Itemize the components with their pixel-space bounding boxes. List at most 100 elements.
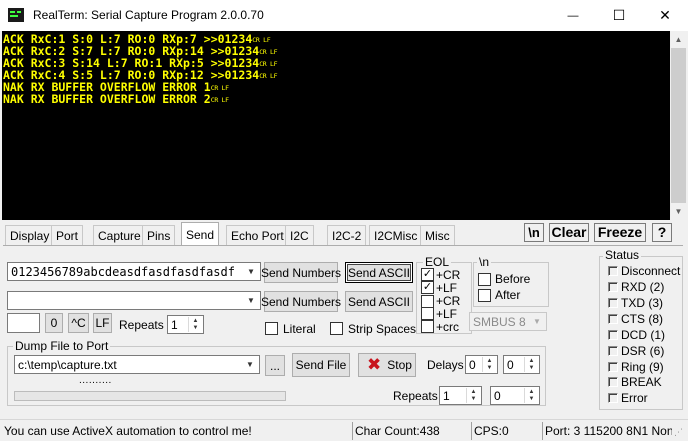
tab-i2c[interactable]: I2C <box>285 225 314 245</box>
send-string-input-1[interactable]: 0123456789abcdeasdfasdfasdfasdf ▼ <box>7 262 261 281</box>
scroll-up-icon[interactable]: ▲ <box>670 31 687 48</box>
tab-port[interactable]: Port <box>51 225 84 245</box>
smbus-select[interactable]: SMBUS 8 ▼ <box>469 312 547 331</box>
minimize-icon: — <box>567 9 579 22</box>
spin-down-icon[interactable]: ▼ <box>467 396 480 404</box>
delay-spinner-1[interactable]: 0 ▲ ▼ <box>465 355 498 374</box>
chevron-down-icon[interactable]: ▼ <box>243 264 259 279</box>
spin-down-icon[interactable]: ▼ <box>525 365 538 373</box>
delays-label: Delays <box>427 358 464 372</box>
eol-cr-label-1: +CR <box>436 268 461 282</box>
crlf-glyph: CR LF <box>259 48 278 56</box>
status-error-label: Error <box>621 391 648 405</box>
crlf-glyph: CR LF <box>210 84 229 92</box>
send-numbers-button-1[interactable]: Send Numbers <box>261 262 341 283</box>
send-ascii-button-2[interactable]: Send ASCII <box>345 291 413 312</box>
tab-send[interactable]: Send <box>181 222 220 246</box>
status-cts-label: CTS (8) <box>621 312 663 326</box>
spin-up-icon[interactable]: ▲ <box>525 357 538 365</box>
status-break-indicator[interactable] <box>608 377 618 387</box>
status-ring-indicator <box>608 362 618 372</box>
eol-lf-checkbox-2[interactable] <box>421 307 434 320</box>
clear-button[interactable]: Clear <box>549 223 589 242</box>
dump-progress-bar <box>14 391 286 401</box>
status-bar: You can use ActiveX automation to contro… <box>0 419 688 441</box>
window-title: RealTerm: Serial Capture Program 2.0.0.7… <box>33 8 264 22</box>
status-error-indicator <box>608 393 618 403</box>
send-numbers-button-2[interactable]: Send Numbers <box>261 291 341 312</box>
chevron-down-icon[interactable]: ▼ <box>242 357 258 372</box>
status-disconnect-label: Disconnect <box>621 264 681 278</box>
help-button[interactable]: ? <box>652 223 672 242</box>
spin-up-icon[interactable]: ▲ <box>525 388 538 396</box>
eol-crc-label: +crc <box>436 320 460 334</box>
newline-before-checkbox[interactable] <box>478 273 491 286</box>
eol-lf-checkbox-1[interactable]: ✓ <box>421 281 434 294</box>
terminal-display[interactable]: ACK RxC:1 S:0 L:7 RO:0 RXp:7 >>01234CR L… <box>2 31 670 220</box>
maximize-icon: ☐ <box>612 7 626 23</box>
tab-i2c-2[interactable]: I2C-2 <box>327 225 367 245</box>
send-ascii-button-1[interactable]: Send ASCII <box>345 262 413 283</box>
dump-progress-dots: .......... <box>79 375 112 386</box>
send-char-input[interactable] <box>7 313 40 333</box>
eol-crc-checkbox[interactable] <box>421 320 434 333</box>
literal-checkbox[interactable] <box>265 322 278 335</box>
send-file-button[interactable]: Send File <box>292 353 350 377</box>
eol-cr-checkbox-1[interactable]: ✓ <box>421 268 434 281</box>
spin-up-icon[interactable]: ▲ <box>483 357 496 365</box>
strip-spaces-checkbox[interactable] <box>330 322 343 335</box>
crlf-glyph: CR LF <box>210 96 229 104</box>
close-icon: ✕ <box>659 7 671 23</box>
status-dcd-label: DCD (1) <box>621 328 665 342</box>
send-zero-button[interactable]: 0 <box>45 313 63 333</box>
dump-file-group-title: Dump File to Port <box>13 339 111 353</box>
scroll-down-icon[interactable]: ▼ <box>670 203 687 220</box>
title-bar: RealTerm: Serial Capture Program 2.0.0.7… <box>0 0 688 31</box>
spin-down-icon[interactable]: ▼ <box>189 325 202 333</box>
scrollbar-thumb[interactable] <box>671 48 686 203</box>
tab-capture[interactable]: Capture <box>93 225 146 245</box>
resize-grip-icon[interactable]: ⋰ <box>674 426 686 438</box>
terminal-line: NAK RX BUFFER OVERFLOW ERROR 2CR LF <box>3 92 229 106</box>
browse-file-button[interactable]: ... <box>265 355 285 376</box>
tab-echo-port[interactable]: Echo Port <box>226 225 289 245</box>
close-button[interactable]: ✕ <box>642 0 688 31</box>
stop-button[interactable]: ✖ Stop <box>358 353 416 377</box>
tab-pins[interactable]: Pins <box>142 225 176 245</box>
strip-spaces-label: Strip Spaces <box>348 322 417 336</box>
status-dcd-indicator <box>608 330 618 340</box>
maximize-button[interactable]: ☐ <box>596 0 642 31</box>
spin-up-icon[interactable]: ▲ <box>467 388 480 396</box>
status-rxd-label: RXD (2) <box>621 280 665 294</box>
newline-group-title: \n <box>477 255 492 269</box>
eol-lf-label-2: +LF <box>436 307 458 321</box>
newline-after-checkbox[interactable] <box>478 289 491 302</box>
tab-display[interactable]: Display <box>5 225 55 245</box>
status-disconnect-indicator[interactable] <box>608 266 618 276</box>
send-string-input-2[interactable]: ▼ <box>7 291 261 310</box>
tab-misc[interactable]: Misc <box>420 225 455 245</box>
dump-repeats-spinner-1[interactable]: 1 ▲ ▼ <box>439 386 482 405</box>
spin-down-icon[interactable]: ▼ <box>483 365 496 373</box>
newline-toggle-button[interactable]: \n <box>524 223 544 242</box>
dump-file-path-input[interactable]: c:\temp\capture.txt ▼ <box>14 355 260 374</box>
chevron-down-icon[interactable]: ▼ <box>243 293 259 308</box>
crlf-glyph: CR LF <box>259 60 278 68</box>
tab-i2cmisc[interactable]: I2CMisc <box>369 225 423 245</box>
send-ctrl-c-button[interactable]: ^C <box>68 313 89 333</box>
status-dsr-label: DSR (6) <box>621 344 665 358</box>
send-lf-button[interactable]: LF <box>93 313 112 333</box>
spin-down-icon[interactable]: ▼ <box>525 396 538 404</box>
freeze-button[interactable]: Freeze <box>594 223 646 242</box>
dump-repeats-spinner-2[interactable]: 0 ▲ ▼ <box>490 386 540 405</box>
delay-spinner-2[interactable]: 0 ▲ ▼ <box>503 355 540 374</box>
minimize-button[interactable]: — <box>550 0 596 31</box>
status-txd-indicator <box>608 298 618 308</box>
terminal-scrollbar[interactable]: ▲ ▼ <box>670 31 687 220</box>
send-repeats-spinner[interactable]: 1 ▲ ▼ <box>167 315 204 334</box>
statusbar-char-count: Char Count:438 <box>352 422 470 440</box>
chevron-down-icon[interactable]: ▼ <box>529 314 545 329</box>
realterm-app-icon <box>8 8 24 22</box>
status-cts-indicator <box>608 314 618 324</box>
spin-up-icon[interactable]: ▲ <box>189 317 202 325</box>
